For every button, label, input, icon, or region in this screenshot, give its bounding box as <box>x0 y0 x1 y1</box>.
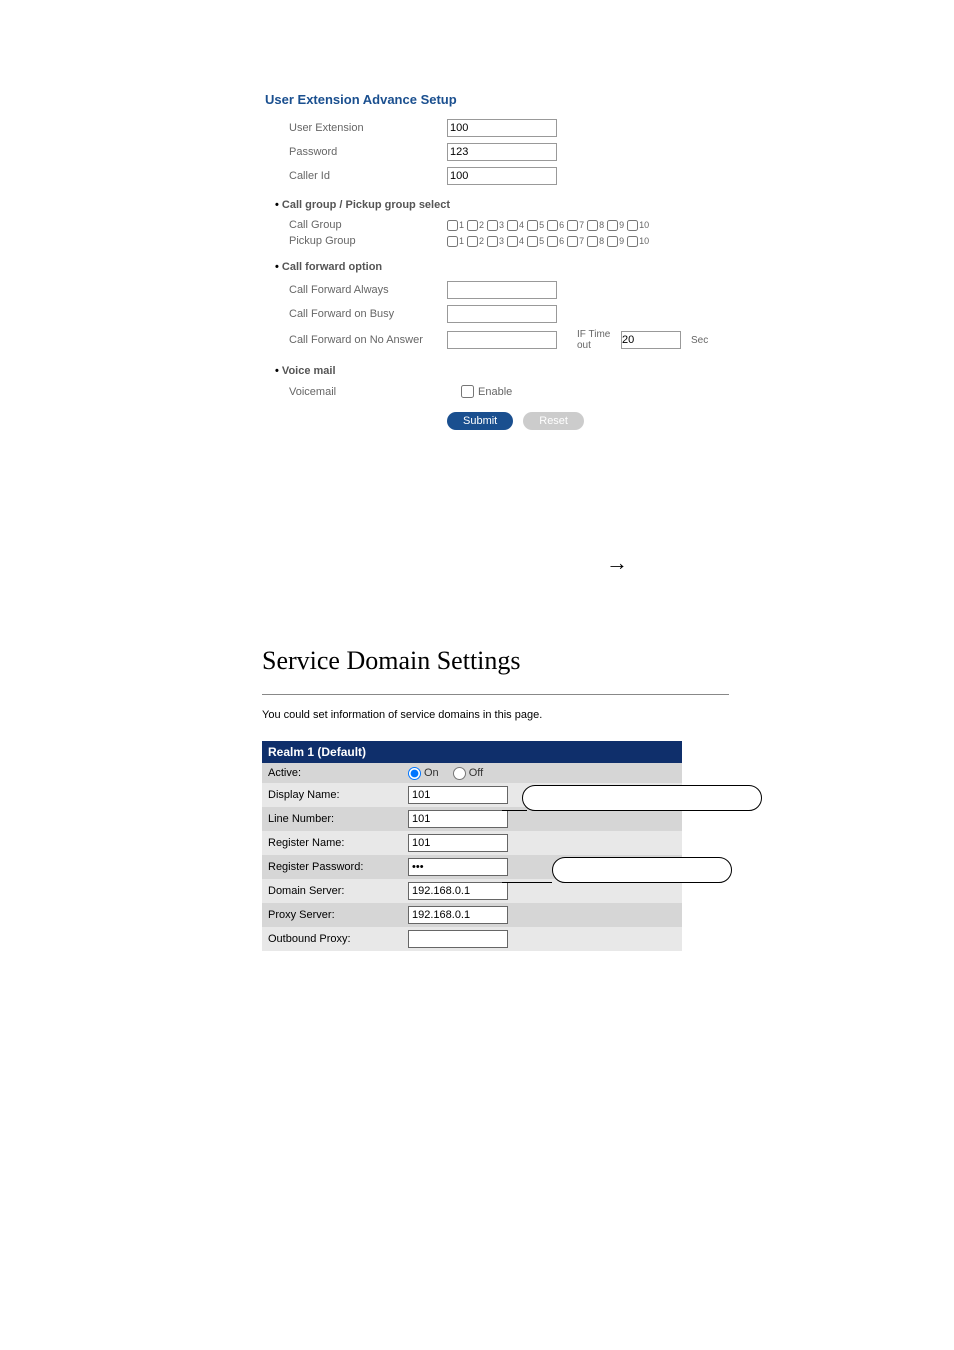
realm-header: Realm 1 (Default) <box>262 741 682 763</box>
proxy-server-label: Proxy Server: <box>262 905 402 925</box>
line-number-label: Line Number: <box>262 809 402 829</box>
pickup-group-label-6: 6 <box>559 236 564 246</box>
active-label: Active: <box>262 763 402 783</box>
call-group-checkbox-1[interactable] <box>447 220 458 231</box>
caller-id-label: Caller Id <box>289 170 447 182</box>
call-group-label: Call Group <box>289 219 447 231</box>
user-extension-input[interactable] <box>447 119 557 137</box>
pickup-group-label-10: 10 <box>639 236 649 246</box>
pickup-group-label-4: 4 <box>519 236 524 246</box>
call-group-checkbox-9[interactable] <box>607 220 618 231</box>
call-forward-busy-input[interactable] <box>447 305 557 323</box>
call-group-label-6: 6 <box>559 220 564 230</box>
divider <box>262 694 729 695</box>
pickup-group-checkbox-1[interactable] <box>447 236 458 247</box>
call-group-label-1: 1 <box>459 220 464 230</box>
reset-button[interactable]: Reset <box>523 412 584 430</box>
timeout-input[interactable] <box>621 331 681 349</box>
call-forward-always-input[interactable] <box>447 281 557 299</box>
pickup-group-checkboxes: 1 2 3 4 5 6 7 8 9 10 <box>447 236 649 247</box>
pickup-group-label-5: 5 <box>539 236 544 246</box>
outbound-proxy-input[interactable] <box>408 930 508 948</box>
call-group-checkbox-2[interactable] <box>467 220 478 231</box>
voicemail-section-header: Voice mail <box>265 365 774 377</box>
call-group-section-header: Call group / Pickup group select <box>265 199 774 211</box>
pickup-group-label-7: 7 <box>579 236 584 246</box>
call-forward-noanswer-input[interactable] <box>447 331 557 349</box>
voicemail-enable-label: Enable <box>478 386 512 398</box>
call-group-label-2: 2 <box>479 220 484 230</box>
sec-label: Sec <box>691 335 708 346</box>
active-off-label: Off <box>469 767 483 779</box>
outbound-proxy-label: Outbound Proxy: <box>262 929 402 949</box>
caller-id-input[interactable] <box>447 167 557 185</box>
line-number-input[interactable] <box>408 810 508 828</box>
call-group-checkbox-4[interactable] <box>507 220 518 231</box>
register-name-input[interactable] <box>408 834 508 852</box>
call-forward-busy-label: Call Forward on Busy <box>289 308 447 320</box>
pickup-group-checkbox-2[interactable] <box>467 236 478 247</box>
pickup-group-checkbox-8[interactable] <box>587 236 598 247</box>
active-on-radio[interactable] <box>408 767 421 780</box>
call-group-label-8: 8 <box>599 220 604 230</box>
pickup-group-label: Pickup Group <box>289 235 447 247</box>
page-title: User Extension Advance Setup <box>265 92 774 107</box>
call-group-label-10: 10 <box>639 220 649 230</box>
callout-line <box>502 882 552 883</box>
password-label: Password <box>289 146 447 158</box>
pickup-group-checkbox-7[interactable] <box>567 236 578 247</box>
timeout-label: IF Time out <box>577 329 617 351</box>
call-group-label-4: 4 <box>519 220 524 230</box>
register-password-label: Register Password: <box>262 857 402 877</box>
callout-line <box>502 810 527 811</box>
call-group-checkbox-7[interactable] <box>567 220 578 231</box>
call-group-label-5: 5 <box>539 220 544 230</box>
callout-bubble <box>522 785 762 811</box>
pickup-group-label-8: 8 <box>599 236 604 246</box>
call-group-checkbox-5[interactable] <box>527 220 538 231</box>
call-group-checkbox-6[interactable] <box>547 220 558 231</box>
call-group-checkbox-8[interactable] <box>587 220 598 231</box>
sds-title: Service Domain Settings <box>262 646 729 676</box>
arrow-icon: → <box>280 550 954 576</box>
call-group-label-9: 9 <box>619 220 624 230</box>
active-on-label: On <box>424 767 439 779</box>
display-name-input[interactable] <box>408 786 508 804</box>
call-group-label-7: 7 <box>579 220 584 230</box>
submit-button[interactable]: Submit <box>447 412 513 430</box>
call-group-checkboxes: 1 2 3 4 5 6 7 8 9 10 <box>447 220 649 231</box>
password-input[interactable] <box>447 143 557 161</box>
callout-bubble <box>552 857 732 883</box>
call-forward-always-label: Call Forward Always <box>289 284 447 296</box>
domain-server-input[interactable] <box>408 882 508 900</box>
active-off-radio[interactable] <box>453 767 466 780</box>
domain-server-label: Domain Server: <box>262 881 402 901</box>
call-group-label-3: 3 <box>499 220 504 230</box>
display-name-label: Display Name: <box>262 785 402 805</box>
pickup-group-checkbox-10[interactable] <box>627 236 638 247</box>
pickup-group-label-9: 9 <box>619 236 624 246</box>
pickup-group-checkbox-4[interactable] <box>507 236 518 247</box>
pickup-group-label-3: 3 <box>499 236 504 246</box>
call-forward-section-header: Call forward option <box>265 261 774 273</box>
register-password-input[interactable] <box>408 858 508 876</box>
voicemail-enable-checkbox[interactable] <box>461 385 474 398</box>
call-forward-noanswer-label: Call Forward on No Answer <box>289 334 447 346</box>
pickup-group-checkbox-9[interactable] <box>607 236 618 247</box>
pickup-group-label-2: 2 <box>479 236 484 246</box>
proxy-server-input[interactable] <box>408 906 508 924</box>
pickup-group-checkbox-6[interactable] <box>547 236 558 247</box>
call-group-checkbox-3[interactable] <box>487 220 498 231</box>
pickup-group-checkbox-5[interactable] <box>527 236 538 247</box>
sds-description: You could set information of service dom… <box>262 709 729 721</box>
register-name-label: Register Name: <box>262 833 402 853</box>
voicemail-label: Voicemail <box>289 386 447 398</box>
call-group-checkbox-10[interactable] <box>627 220 638 231</box>
pickup-group-label-1: 1 <box>459 236 464 246</box>
user-extension-label: User Extension <box>289 122 447 134</box>
pickup-group-checkbox-3[interactable] <box>487 236 498 247</box>
